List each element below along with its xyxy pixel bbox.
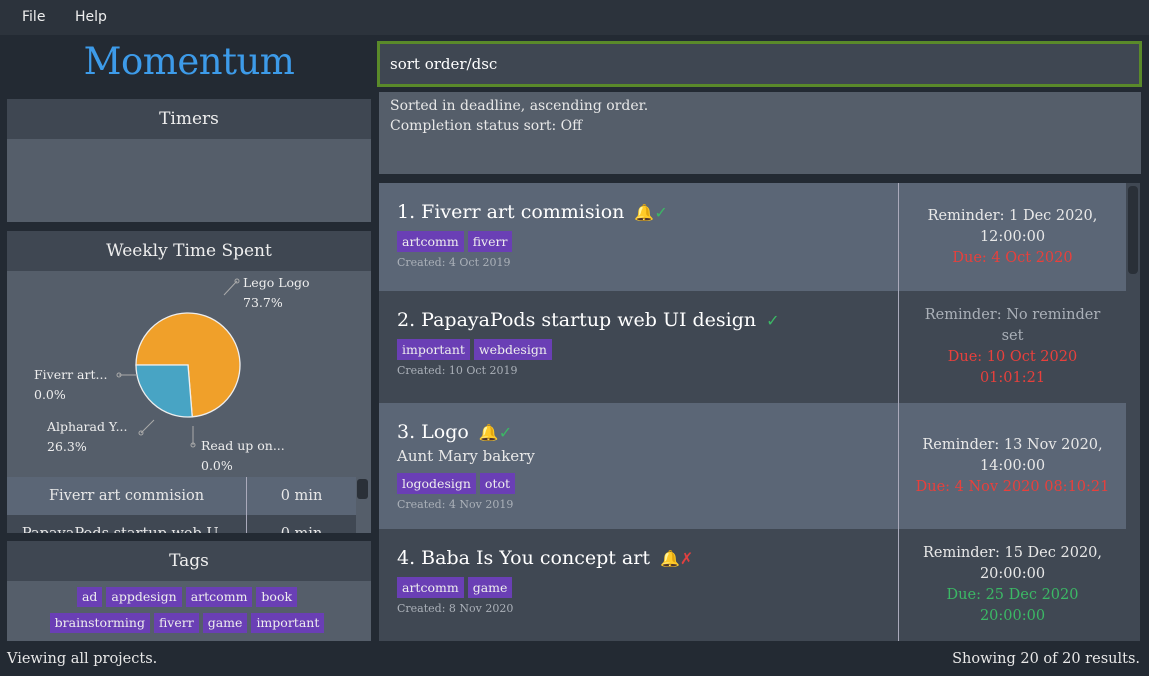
reminder-text: 14:00:00 <box>979 457 1046 474</box>
command-input[interactable]: sort order/dsc <box>377 41 1142 87</box>
result-display: Sorted in deadline, ascending order. Com… <box>379 92 1141 174</box>
tag-chip[interactable]: brainstorming <box>49 613 150 633</box>
project-info: 3. Logo 🔔✓ Aunt Mary bakery logodesign otot C… <box>379 403 898 529</box>
project-dates: Reminder: 15 Dec 2020, 20:00:00 Due: 25 De… <box>898 529 1126 641</box>
reminder-text: set <box>1001 328 1024 344</box>
project-name: 2. PapayaPods startup web UI design <box>397 309 757 331</box>
status-bar: Viewing all projects. Showing 20 of 20 r… <box>0 648 1149 676</box>
reminder-text: 12:00:00 <box>979 228 1046 245</box>
bell-icon: 🔔 <box>659 549 680 568</box>
status-right: Showing 20 of 20 results. <box>952 651 1140 667</box>
tag-chip[interactable]: important <box>251 613 325 633</box>
pie-label-readup: Read up on... 0.0% <box>201 438 285 473</box>
time-table: Fiverr art commision 0 min PapayaPods st… <box>7 477 356 533</box>
project-info: 1. Fiverr art commision 🔔✓ artcomm fiverr Cr… <box>379 183 898 287</box>
due-text: 20:00:00 <box>979 608 1046 624</box>
project-name: 3. Logo <box>397 421 469 443</box>
tag-chip[interactable]: otot <box>479 473 516 494</box>
bell-icon: 🔔 <box>478 423 499 442</box>
table-row[interactable]: PapayaPods startup web U... 0 min <box>7 515 356 533</box>
tag-chip[interactable]: logodesign <box>397 473 476 494</box>
project-card[interactable]: 1. Fiverr art commision 🔔✓ artcomm fiverr Cr… <box>379 183 1126 291</box>
table-row[interactable]: Fiverr art commision 0 min <box>7 477 356 515</box>
tag-chip[interactable]: fiverr <box>153 613 199 633</box>
created-date: Created: 8 Nov 2020 <box>397 602 514 615</box>
reminder-text: Reminder: 15 Dec 2020, <box>922 545 1103 561</box>
menu-help[interactable]: Help <box>75 9 107 25</box>
pie-label-alpharad: Alpharad Y... 26.3% <box>47 419 128 454</box>
result-line: Completion status sort: Off <box>390 118 583 134</box>
tag-chip[interactable]: game <box>467 577 513 598</box>
tags-title: Tags <box>7 541 371 581</box>
reminder-text: Reminder: 1 Dec 2020, <box>927 207 1098 224</box>
project-info: 2. PapayaPods startup web UI design ✓ impo… <box>379 291 898 395</box>
project-dates: Reminder: No reminder set Due: 10 Oct 2020… <box>898 291 1126 403</box>
list-scrollbar-thumb[interactable] <box>1128 186 1138 274</box>
reminder-text: 20:00:00 <box>979 566 1046 582</box>
tag-chip[interactable]: artcomm <box>185 587 253 607</box>
created-date: Created: 10 Oct 2019 <box>397 364 518 377</box>
due-text: Due: 4 Nov 2020 08:10:21 <box>915 478 1110 495</box>
check-icon: ✓ <box>498 423 513 442</box>
due-text: Due: 10 Oct 2020 <box>947 349 1078 365</box>
tag-chip[interactable]: book <box>256 587 298 607</box>
result-line: Sorted in deadline, ascending order. <box>390 98 649 114</box>
pie-slice-alpharad <box>135 364 193 418</box>
status-left: Viewing all projects. <box>7 651 158 667</box>
tag-chip[interactable]: appdesign <box>106 587 182 607</box>
weekly-title: Weekly Time Spent <box>7 231 371 271</box>
project-name: 4. Baba Is You concept art <box>397 547 650 569</box>
project-description: Aunt Mary bakery <box>397 447 535 465</box>
reminder-text: Reminder: No reminder <box>924 307 1101 323</box>
cross-icon: ✗ <box>679 549 694 568</box>
tag-chip[interactable]: important <box>397 339 470 360</box>
due-text: Due: 4 Oct 2020 <box>952 249 1073 266</box>
tag-chip[interactable]: ad <box>76 587 103 607</box>
tag-chip[interactable]: fiverr <box>467 231 513 252</box>
tag-chip[interactable]: game <box>202 613 248 633</box>
pie-label-fiverr: Fiverr art... 0.0% <box>34 367 108 402</box>
weekly-panel: Weekly Time Spent Lego Logo 73.7% Fiverr … <box>7 231 371 533</box>
table-scrollbar[interactable] <box>357 479 368 499</box>
tag-chip[interactable]: webdesign <box>473 339 552 360</box>
due-text: Due: 25 Dec 2020 <box>946 587 1079 603</box>
project-info: 4. Baba Is You concept art 🔔✗ artcomm game C… <box>379 529 898 633</box>
check-icon: ✓ <box>766 311 780 330</box>
app-title: Momentum <box>83 40 295 83</box>
tag-chip[interactable]: artcomm <box>397 577 464 598</box>
due-text: 01:01:21 <box>979 370 1046 386</box>
project-dates: Reminder: 13 Nov 2020, 14:00:00 Due: 4 Nov… <box>898 403 1126 529</box>
pie-label-lego: Lego Logo 73.7% <box>243 275 310 310</box>
menu-bar: File Help <box>0 0 1149 35</box>
project-dates: Reminder: 1 Dec 2020, 12:00:00 Due: 4 Oct … <box>898 183 1126 291</box>
tags-list: ad appdesign artcomm book brainstorming fiver… <box>7 581 371 633</box>
project-card[interactable]: 4. Baba Is You concept art 🔔✗ artcomm game C… <box>379 529 1126 641</box>
reminder-text: Reminder: 13 Nov 2020, <box>922 436 1103 453</box>
tags-panel: Tags ad appdesign artcomm book brainstorming… <box>7 541 371 641</box>
timers-title: Timers <box>7 99 371 139</box>
project-name: 1. Fiverr art commision <box>397 201 625 223</box>
check-icon: ✓ <box>654 203 668 222</box>
menu-file[interactable]: File <box>22 9 45 25</box>
timers-panel: Timers <box>7 99 371 222</box>
project-card[interactable]: 3. Logo 🔔✓ Aunt Mary bakery logodesign otot C… <box>379 403 1126 529</box>
project-card[interactable]: 2. PapayaPods startup web UI design ✓ impo… <box>379 291 1126 403</box>
tag-chip[interactable]: artcomm <box>397 231 464 252</box>
created-date: Created: 4 Nov 2019 <box>397 498 514 511</box>
project-list: 1. Fiverr art commision 🔔✓ artcomm fiverr Cr… <box>379 183 1126 641</box>
created-date: Created: 4 Oct 2019 <box>397 256 511 269</box>
bell-icon: 🔔 <box>634 203 655 222</box>
